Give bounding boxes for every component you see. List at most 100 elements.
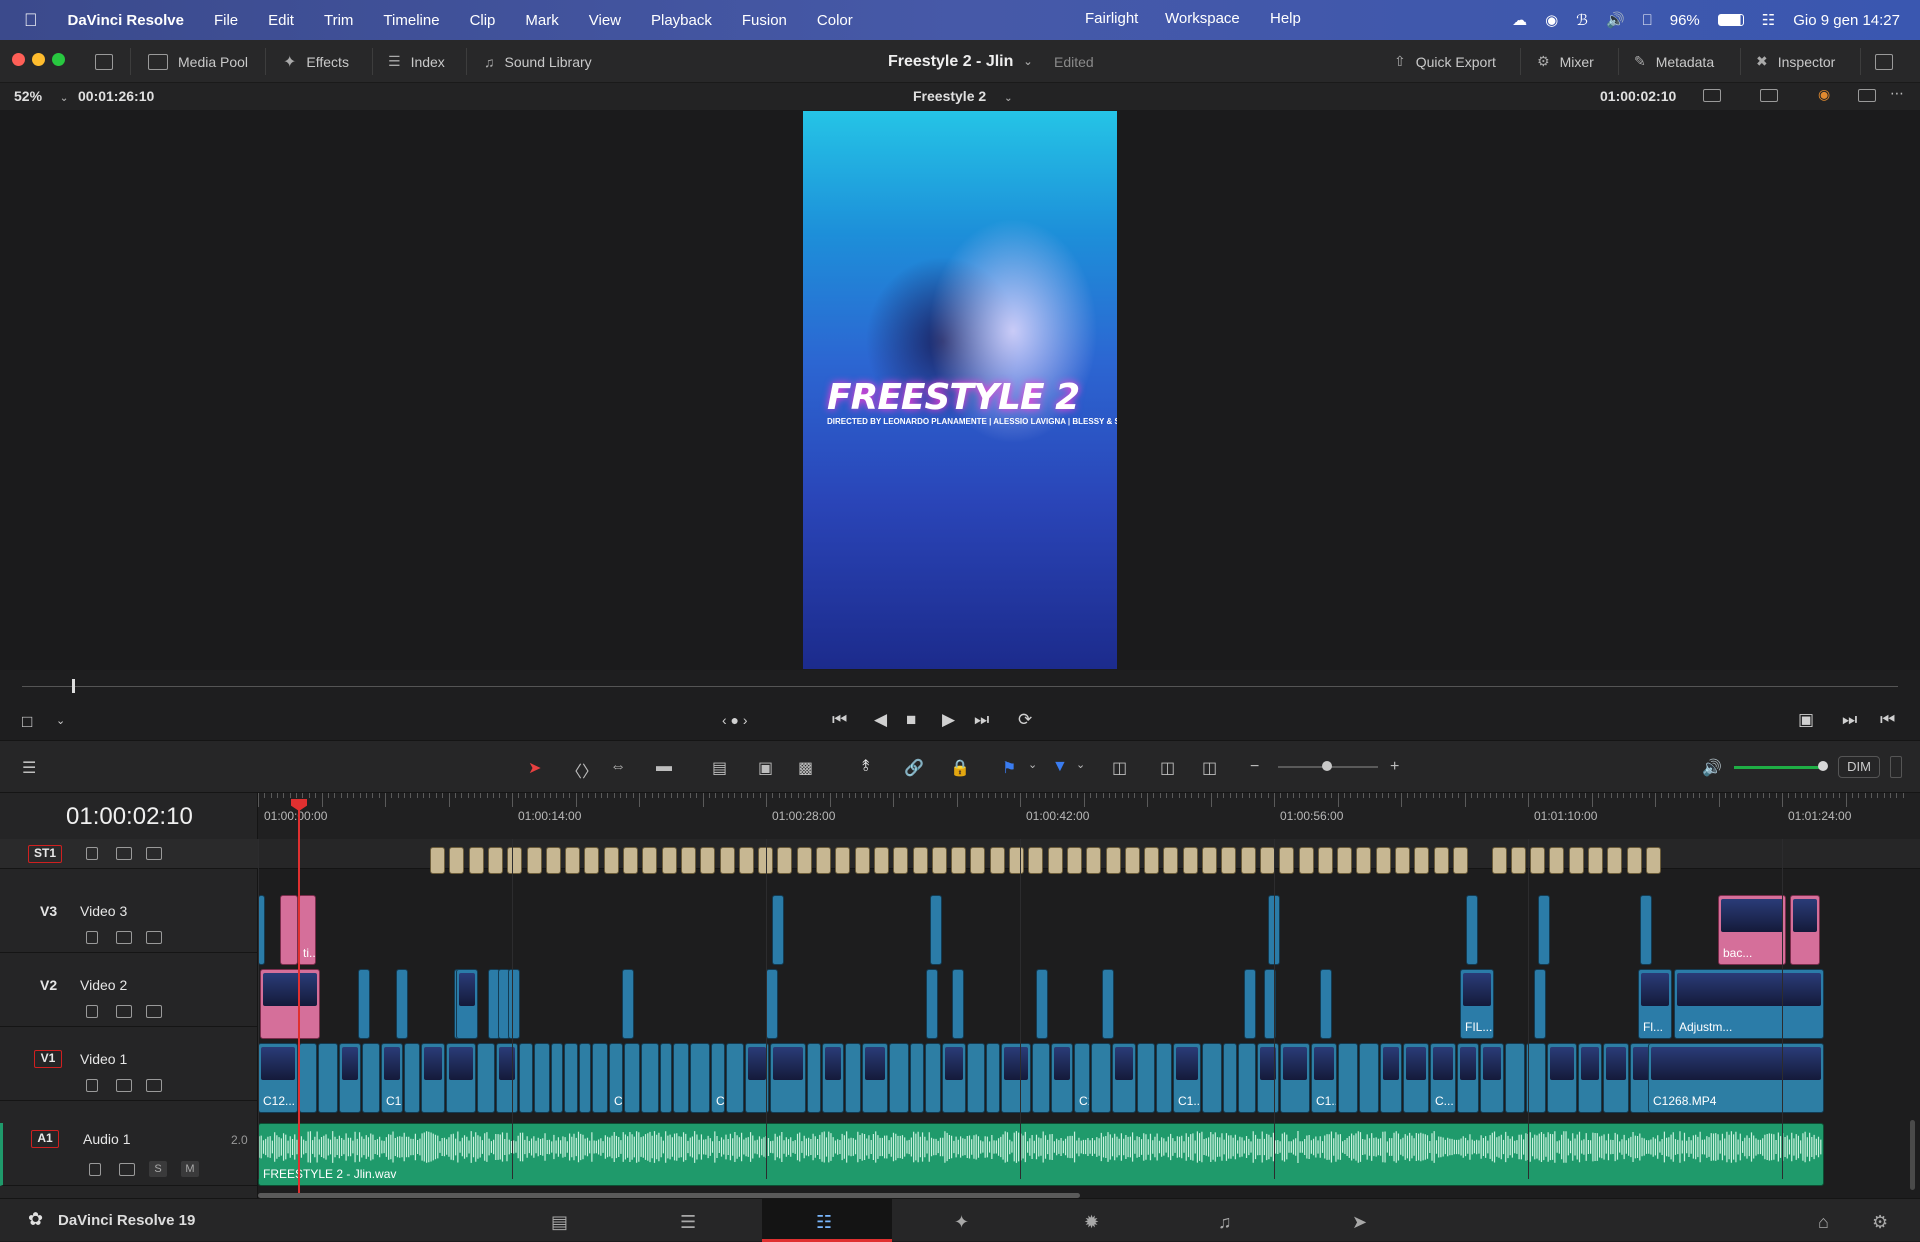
color-wheel-icon[interactable]: ◉ <box>1818 86 1830 103</box>
video-clip[interactable]: Fl... <box>1638 969 1672 1039</box>
video-clip[interactable] <box>258 895 265 965</box>
track-visibility-icon[interactable] <box>146 931 162 944</box>
subtitle-clip[interactable] <box>931 847 947 874</box>
video-clip[interactable] <box>579 1043 591 1113</box>
menu-fairlight[interactable]: Fairlight <box>1070 10 1153 27</box>
audio-clip[interactable]: FREESTYLE 2 - Jlin.wav <box>258 1123 1824 1186</box>
video-clip[interactable] <box>1547 1043 1577 1113</box>
video-clip[interactable] <box>1603 1043 1629 1113</box>
video-viewer[interactable]: FREESTYLE 2 DIRECTED BY LEONARDO PLANAME… <box>0 110 1920 670</box>
match-frame-icon[interactable]: ▣ <box>1798 710 1814 730</box>
more-options-icon[interactable]: ⋯ <box>1890 85 1904 102</box>
track-name-a1[interactable]: Audio 1 <box>83 1131 130 1147</box>
video-clip[interactable] <box>456 969 478 1039</box>
video-clip[interactable] <box>772 895 784 965</box>
timeline-ruler[interactable]: 01:00:00:00 01:00:14:00 01:00:28:00 01:00:4… <box>258 793 1920 839</box>
settings-gear-icon[interactable]: ⚙ <box>1872 1212 1888 1233</box>
video-clip[interactable] <box>1457 1043 1479 1113</box>
video-clip[interactable] <box>889 1043 909 1113</box>
subtitle-clip[interactable] <box>449 847 465 874</box>
subtitle-clip[interactable] <box>1588 847 1603 874</box>
video-clip[interactable] <box>1001 1043 1031 1113</box>
battery-icon[interactable] <box>1717 14 1744 26</box>
video-clip[interactable] <box>551 1043 563 1113</box>
video-clip[interactable] <box>1320 969 1332 1039</box>
volume-slider[interactable] <box>1734 766 1822 769</box>
viewer-scrubber[interactable] <box>22 686 1898 687</box>
panel-toggle-button[interactable] <box>95 40 113 83</box>
window-minimize-button[interactable] <box>32 53 45 66</box>
video-clip[interactable] <box>1338 1043 1358 1113</box>
subtitle-clip[interactable] <box>1279 847 1295 874</box>
track-code-v1[interactable]: V1 <box>34 1050 62 1068</box>
video-clip[interactable] <box>822 1043 844 1113</box>
track-visibility-icon[interactable] <box>146 1005 162 1018</box>
subtitle-clip[interactable] <box>719 847 735 874</box>
zoom-dropdown[interactable]: 52% ⌄ <box>14 88 68 104</box>
video-clip[interactable] <box>967 1043 985 1113</box>
video-clip[interactable] <box>362 1043 380 1113</box>
subtitle-clip[interactable] <box>951 847 967 874</box>
subtitle-clip[interactable] <box>1202 847 1217 874</box>
menu-timeline[interactable]: Timeline <box>368 12 454 29</box>
video-clip[interactable] <box>396 969 408 1039</box>
jog-wheel-icon[interactable]: ‹ ● › <box>722 712 748 728</box>
menu-clip[interactable]: Clip <box>455 12 511 29</box>
video-clip[interactable] <box>942 1043 966 1113</box>
video-clip[interactable] <box>1480 1043 1504 1113</box>
video-clip[interactable] <box>1032 1043 1050 1113</box>
lock-icon[interactable] <box>86 847 98 860</box>
speaker-icon[interactable]: 🔊 <box>1702 758 1722 778</box>
subtitle-clip[interactable] <box>1395 847 1410 874</box>
subtitle-clip[interactable] <box>1530 847 1546 874</box>
subtitle-clip[interactable] <box>873 847 889 874</box>
menu-workspace[interactable]: Workspace <box>1150 10 1255 27</box>
video-clip[interactable] <box>807 1043 821 1113</box>
window-zoom-button[interactable] <box>52 53 65 66</box>
video-clip[interactable] <box>641 1043 659 1113</box>
video-clip[interactable] <box>624 1043 640 1113</box>
video-clip[interactable] <box>1102 969 1114 1039</box>
subtitle-clip[interactable] <box>565 847 581 874</box>
auto-select-icon[interactable] <box>116 1005 132 1018</box>
video-clip[interactable] <box>496 1043 518 1113</box>
index-button[interactable]: ☰ Index <box>388 40 445 83</box>
subtitle-clip[interactable] <box>989 847 1005 874</box>
color-page-icon[interactable]: ✹ <box>1084 1212 1099 1233</box>
video-clip[interactable] <box>1137 1043 1155 1113</box>
cut-page-icon[interactable]: ☰ <box>680 1212 696 1233</box>
auto-select-icon[interactable] <box>116 847 132 860</box>
menu-app-name[interactable]: DaVinci Resolve <box>53 12 199 29</box>
subtitle-clip[interactable] <box>1356 847 1372 874</box>
subtitle-clip[interactable] <box>1452 847 1468 874</box>
subtitle-clip[interactable] <box>545 847 561 874</box>
subtitle-clip[interactable] <box>1433 847 1449 874</box>
video-clip[interactable] <box>477 1043 495 1113</box>
safe-area-icon[interactable]: □ <box>22 712 32 732</box>
video-clip[interactable] <box>1202 1043 1222 1113</box>
menu-playback[interactable]: Playback <box>636 12 727 29</box>
subtitle-clip[interactable] <box>912 847 928 874</box>
subtitle-clip[interactable] <box>1298 847 1314 874</box>
mark-in-icon[interactable]: ⏮ <box>1880 710 1895 730</box>
dynamic-trim-icon[interactable]: ⇔ <box>610 758 626 776</box>
lock-icon[interactable] <box>89 1163 101 1176</box>
dual-viewer-icon[interactable] <box>1858 89 1876 102</box>
deliver-page-icon[interactable]: ➤ <box>1352 1212 1367 1233</box>
subtitle-clip[interactable] <box>816 847 831 874</box>
scrubber-handle[interactable] <box>72 679 75 693</box>
subtitle-clip[interactable] <box>487 847 503 874</box>
video-clip[interactable] <box>952 969 964 1039</box>
video-clip[interactable]: C12... <box>258 1043 298 1113</box>
video-clip[interactable]: C12... <box>1074 1043 1090 1113</box>
video-clip[interactable] <box>299 1043 317 1113</box>
video-clip[interactable] <box>1257 1043 1279 1113</box>
subtitle-clip[interactable] <box>1240 847 1256 874</box>
chevron-down-icon[interactable]: ⌄ <box>1076 758 1085 771</box>
subtitle-clip[interactable] <box>430 847 445 874</box>
mixer-button[interactable]: ⚙ Mixer <box>1537 40 1594 83</box>
video-clip[interactable]: FIL... <box>1460 969 1494 1039</box>
video-clip[interactable] <box>660 1043 672 1113</box>
volume-slider-handle[interactable] <box>1818 761 1828 771</box>
subtitle-clip[interactable] <box>1009 847 1024 874</box>
